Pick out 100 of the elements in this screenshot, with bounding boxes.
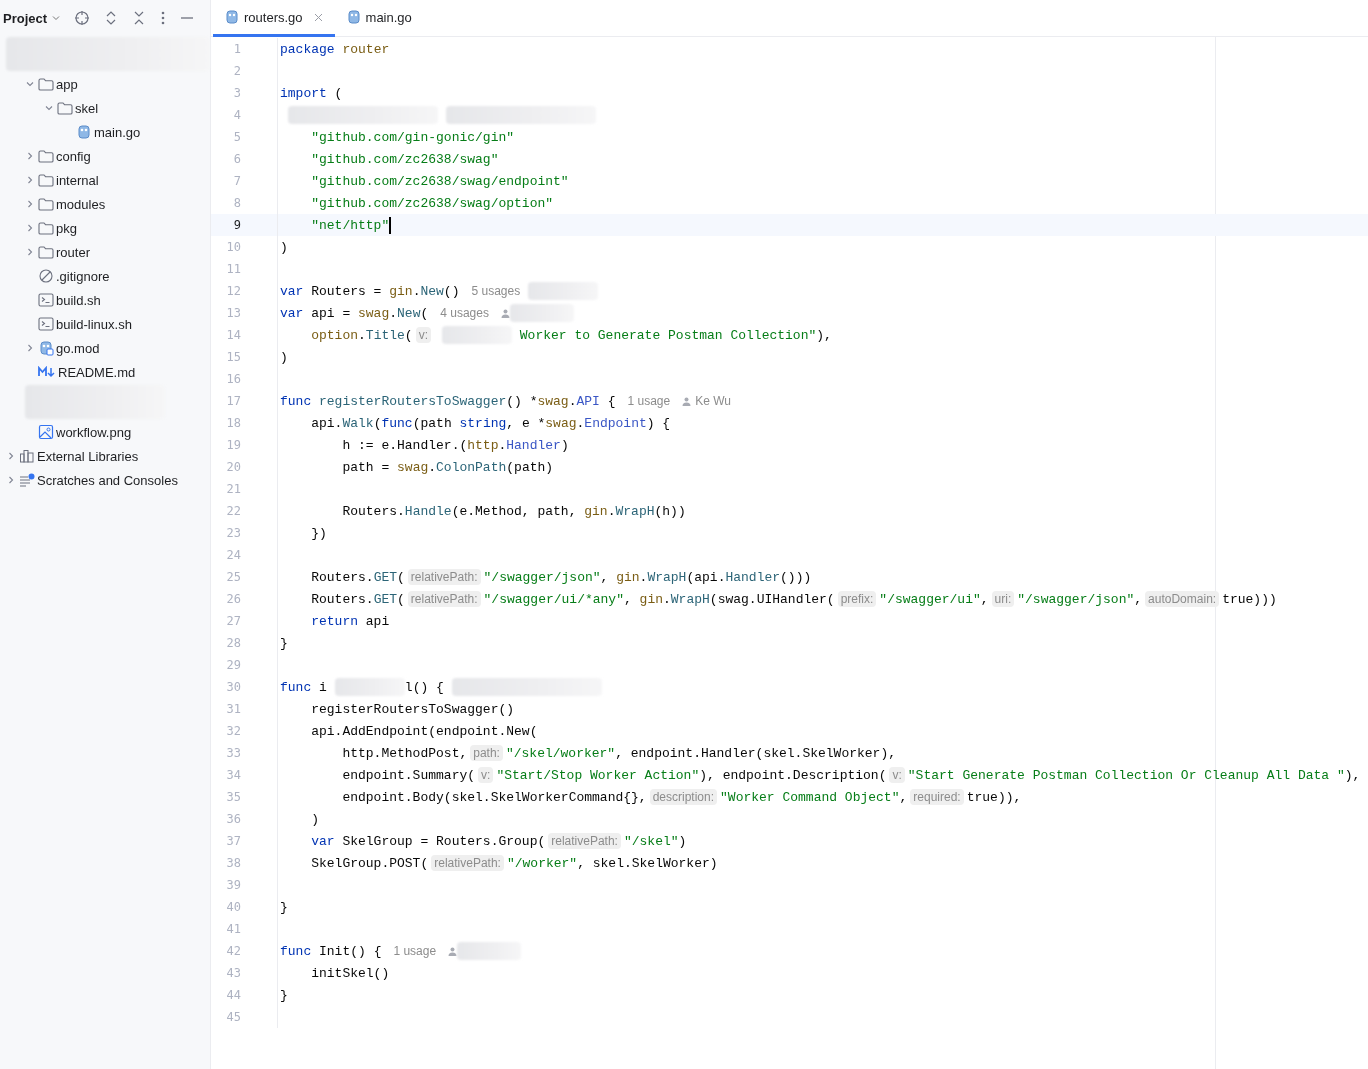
line-number: 34: [211, 764, 278, 786]
code-text: ): [310, 811, 319, 827]
person-icon: [500, 308, 510, 318]
minimize-icon[interactable]: [180, 16, 195, 20]
code-text: path = swag.ColonPath(path): [341, 459, 554, 475]
tree-item[interactable]: internal: [56, 172, 99, 188]
line-number: 2: [211, 60, 278, 82]
chevron-down-icon[interactable]: [25, 79, 35, 89]
code-text: "net/http": [310, 217, 390, 233]
folder-icon: [57, 101, 73, 115]
tree-item[interactable]: go.mod: [56, 340, 100, 356]
panel-title[interactable]: Project: [3, 10, 48, 26]
code-text: Worker to Generate Postman Collection"),: [518, 327, 832, 343]
line-number: 45: [211, 1006, 278, 1028]
code-text: }: [280, 635, 288, 651]
tree-item[interactable]: config: [56, 148, 91, 164]
parameter-hint: v:: [415, 327, 431, 343]
tree-item[interactable]: app: [56, 76, 78, 92]
chevron-right-icon[interactable]: [25, 199, 35, 209]
line-number: 27: [211, 610, 278, 632]
tree-item[interactable]: External Libraries: [37, 448, 139, 464]
chevron-right-icon[interactable]: [6, 475, 16, 485]
tree-item[interactable]: skel: [75, 100, 99, 116]
line-number: 1: [211, 38, 278, 60]
line-number: 43: [211, 962, 278, 984]
usage-count[interactable]: 1 usage: [393, 944, 437, 958]
gopher-file-icon: [76, 124, 92, 140]
tree-item[interactable]: pkg: [56, 220, 77, 236]
usage-count[interactable]: 5 usages: [471, 284, 521, 298]
code-text: func Init() {: [280, 943, 382, 959]
parameter-hint: description:: [649, 789, 718, 805]
code-text: endpoint.Body(skel.SkelWorkerCommand{},: [341, 789, 647, 805]
line-number: 33: [211, 742, 278, 764]
code-text: }: [280, 987, 288, 1003]
line-number: 32: [211, 720, 278, 742]
code-text: "/worker", skel.SkelWorker): [506, 855, 718, 871]
line-number: 24: [211, 544, 278, 566]
line-number: 16: [211, 368, 278, 390]
more-icon[interactable]: [160, 10, 167, 26]
chevron-down-icon[interactable]: [44, 103, 54, 113]
tree-item[interactable]: workflow.png: [56, 424, 132, 440]
parameter-hint: v:: [478, 767, 494, 783]
parameter-hint: prefix:: [837, 591, 877, 607]
line-number: 20: [211, 456, 278, 478]
gopher-file-icon: [38, 340, 54, 356]
folder-icon: [38, 221, 54, 235]
chevron-right-icon[interactable]: [25, 223, 35, 233]
line-number: 13: [211, 302, 278, 324]
chevron-right-icon[interactable]: [25, 247, 35, 257]
chevron-right-icon[interactable]: [25, 151, 35, 161]
terminal-icon: [38, 317, 54, 331]
line-number: 39: [211, 874, 278, 896]
chevron-right-icon[interactable]: [6, 451, 16, 461]
text-cursor: [389, 216, 392, 234]
line-number: 23: [211, 522, 278, 544]
redacted-area: [509, 304, 574, 322]
line-number: 18: [211, 412, 278, 434]
parameter-hint: v:: [889, 767, 905, 783]
code-text: SkelGroup.POST(: [310, 855, 429, 871]
code-text: "github.com/zc2638/swag": [310, 151, 499, 167]
target-icon[interactable]: [74, 10, 91, 26]
code-text: registerRoutersToSwagger(): [310, 701, 515, 717]
code-text: "github.com/zc2638/swag/option": [310, 195, 554, 211]
code-text: return api: [310, 613, 390, 629]
line-number: 22: [211, 500, 278, 522]
close-icon[interactable]: [313, 12, 323, 22]
parameter-hint: relativePath:: [407, 569, 481, 585]
code-text: "/swagger/ui",: [879, 591, 989, 607]
folder-icon: [38, 245, 54, 259]
code-text: }: [280, 899, 288, 915]
tree-item[interactable]: build-linux.sh: [56, 316, 132, 332]
prohibited-icon: [38, 268, 54, 284]
line-number: 9: [211, 214, 278, 236]
line-number: 21: [211, 478, 278, 500]
usage-count[interactable]: 1 usage: [627, 394, 671, 408]
line-number: 14: [211, 324, 278, 346]
editor-tab[interactable]: routers.go: [213, 0, 335, 37]
tree-item[interactable]: main.go: [94, 124, 141, 140]
folder-icon: [38, 77, 54, 91]
line-number: 5: [211, 126, 278, 148]
tree-item[interactable]: .gitignore: [56, 268, 110, 284]
markdown-icon: [38, 366, 56, 378]
code-text: true))): [1222, 591, 1277, 607]
chevron-down-icon[interactable]: [52, 14, 61, 22]
line-number: 4: [211, 104, 278, 126]
tree-item[interactable]: Scratches and Consoles: [37, 472, 178, 488]
code-text: initSkel(): [310, 965, 390, 981]
editor-tab[interactable]: main.go: [334, 0, 424, 37]
chevron-right-icon[interactable]: [25, 175, 35, 185]
tree-item[interactable]: modules: [56, 196, 106, 212]
line-number: 29: [211, 654, 278, 676]
parameter-hint: relativePath:: [407, 591, 481, 607]
tree-item[interactable]: README.md: [58, 364, 136, 380]
line-number: 28: [211, 632, 278, 654]
parameter-hint: path:: [470, 745, 503, 761]
tree-item[interactable]: build.sh: [56, 292, 101, 308]
tree-item[interactable]: router: [56, 244, 90, 260]
author-name[interactable]: Ke Wu: [695, 394, 731, 408]
code-text: "Start Generate Postman Collection Or Cleanup All Data "),: [907, 767, 1361, 783]
chevron-right-icon[interactable]: [25, 343, 35, 353]
